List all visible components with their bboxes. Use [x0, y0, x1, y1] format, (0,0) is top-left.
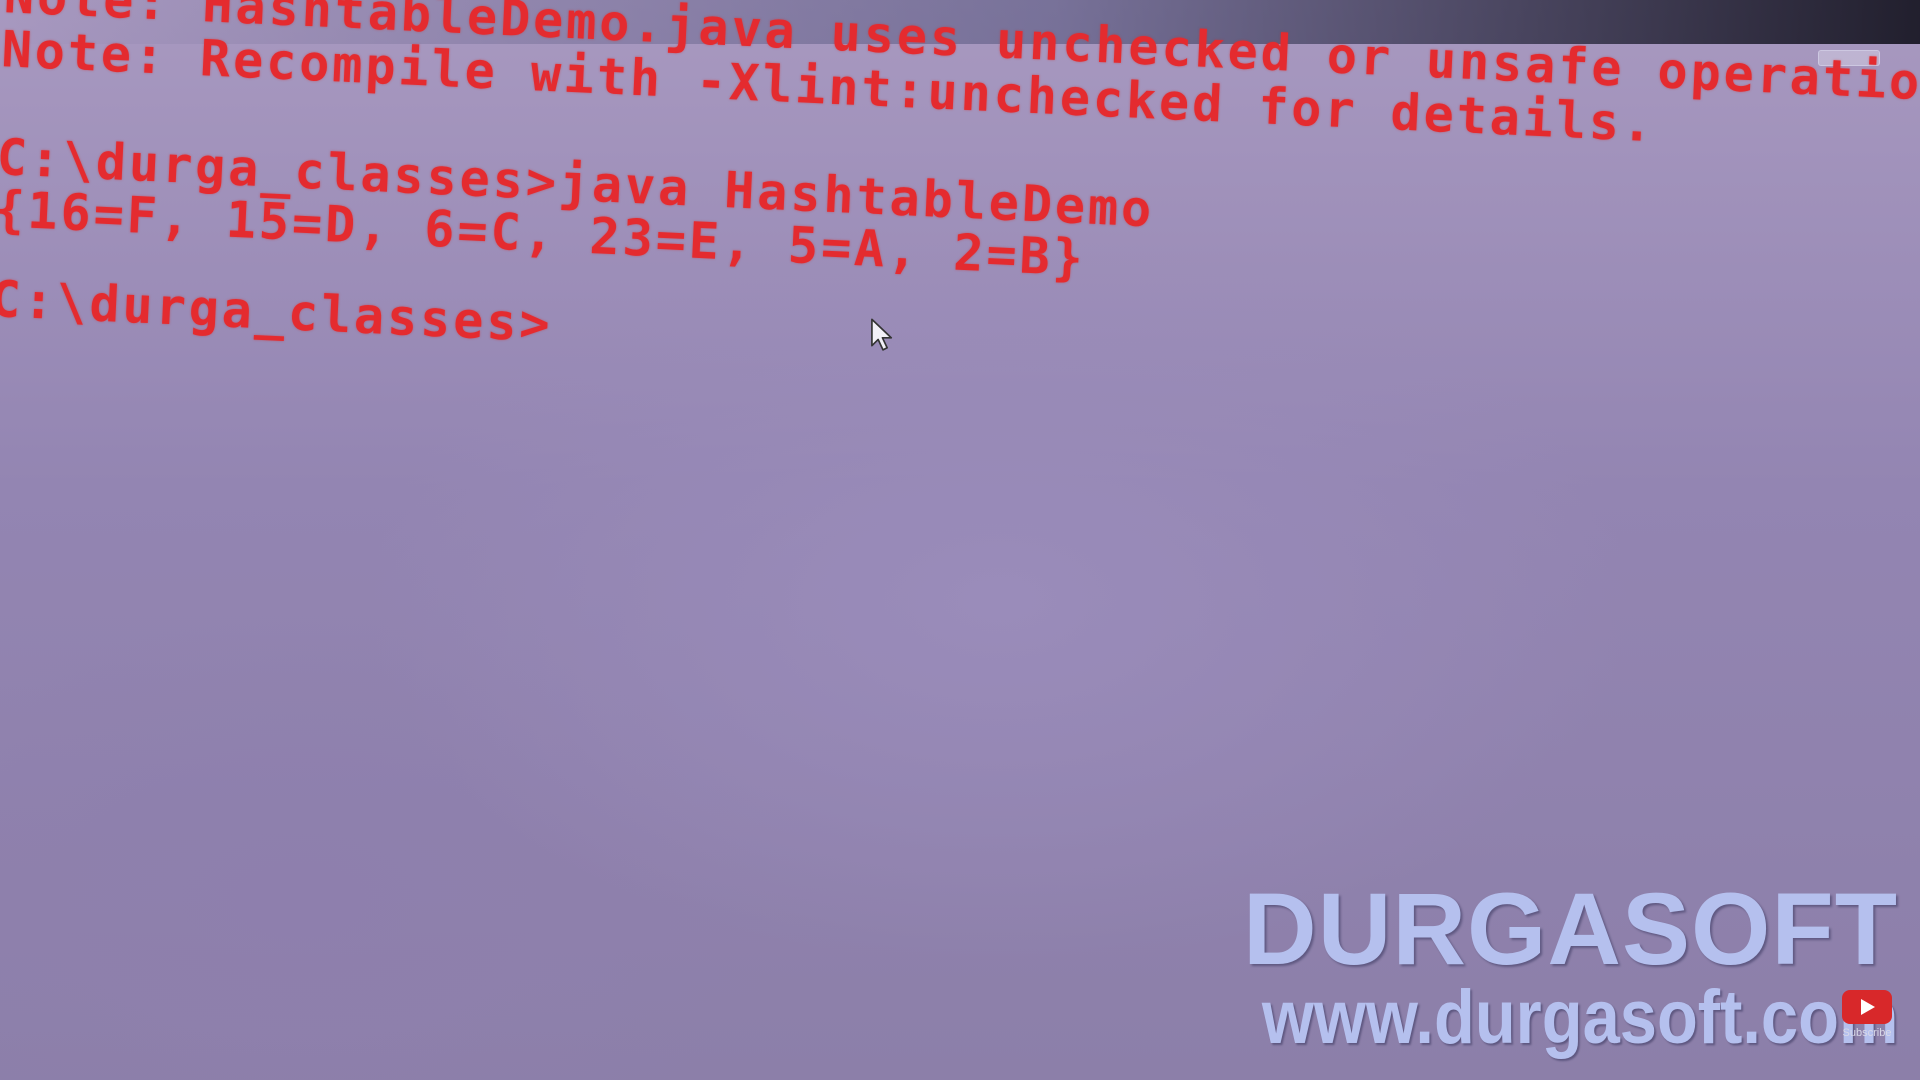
brand-url: www.durgasoft.com — [1261, 975, 1898, 1060]
brand-watermark: DURGASOFT www.durgasoft.com — [1175, 872, 1898, 1060]
photographed-screen: Note: HashtableDemo.java uses unchecked … — [0, 0, 1920, 1080]
terminal-output: Note: HashtableDemo.java uses unchecked … — [0, 0, 1920, 507]
mouse-pointer-icon — [871, 318, 893, 351]
terminal-prompt[interactable]: C:\durga_classes> — [0, 270, 554, 353]
play-icon — [1842, 990, 1892, 1024]
subscribe-button[interactable]: Subscribe — [1840, 990, 1894, 1046]
brand-name: DURGASOFT — [1243, 872, 1898, 986]
subscribe-label: Subscribe — [1842, 1027, 1892, 1039]
